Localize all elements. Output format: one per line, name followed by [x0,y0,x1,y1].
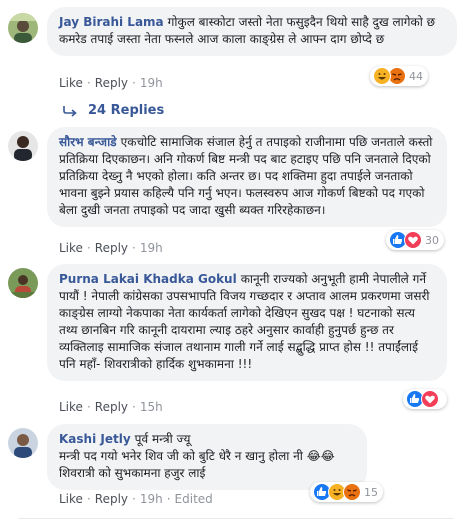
reaction-summary[interactable] [403,389,447,409]
separator: · [166,492,171,506]
like-link[interactable]: Like [59,241,83,255]
separator: · [132,76,136,90]
like-link[interactable]: Like [59,400,83,414]
separator: · [132,241,136,255]
reaction-summary[interactable]: 30 [386,230,444,250]
reply-arrow-icon [63,105,77,117]
view-replies-link[interactable]: 24 Replies [62,103,164,118]
comment-bubble: Kashi Jetly पूर्व मन्त्री ज्यू मन्त्री पद… [47,424,367,490]
reaction-summary[interactable]: 44 [370,66,428,86]
reply-link[interactable]: Reply [95,76,128,90]
timestamp[interactable]: 15h [140,400,163,414]
haha-reaction-icon [373,67,391,85]
separator: · [132,492,136,506]
timestamp[interactable]: 19h [140,76,163,90]
angry-reaction-icon [343,483,361,501]
avatar-photo [8,13,38,43]
reaction-count: 44 [409,69,423,83]
like-link[interactable]: Like [59,492,83,506]
avatar[interactable] [8,131,38,161]
love-reaction-icon [404,231,422,249]
reply-link[interactable]: Reply [95,492,128,506]
avatar-photo [8,131,38,161]
separator: · [86,241,91,255]
reaction-count: 15 [364,485,378,499]
like-link[interactable]: Like [59,76,83,90]
love-reaction-icon [421,390,439,408]
comment-author[interactable]: सौरभ बन्जाडे [59,135,117,149]
comment-actions: Like · Reply · 19h · Edited [59,492,213,506]
replies-count[interactable]: 24 Replies [88,103,164,118]
comment-author[interactable]: Jay Birahi Lama [59,15,164,29]
avatar[interactable] [8,428,38,458]
divider [18,518,454,519]
edited-label[interactable]: Edited [175,492,213,506]
comment-actions: Like · Reply · 19h [59,76,163,90]
timestamp[interactable]: 19h [140,241,163,255]
comment-text: कानूनी राज्यको अनुभूती हामी नेपालीले गर्… [59,272,434,371]
comment-bubble: सौरभ बन्जाडे एकचोटि सामाजिक संजाल हेर्नु … [47,127,447,227]
separator: · [86,492,91,506]
comment-actions: Like · Reply · 15h [59,400,163,414]
separator: · [86,76,91,90]
comment-author[interactable]: Kashi Jetly [59,432,131,446]
avatar-photo [8,268,38,298]
reply-link[interactable]: Reply [95,400,128,414]
timestamp[interactable]: 19h [140,492,163,506]
comment-author[interactable]: Purna Lakai Khadka Gokul [59,272,237,286]
avatar[interactable] [8,13,38,43]
reaction-count: 30 [425,233,439,247]
comment-bubble: Jay Birahi Lama गोकुल बास्कोटा जस्तो नेता… [47,7,457,56]
avatar[interactable] [8,268,38,298]
comment-bubble: Purna Lakai Khadka Gokul कानूनी राज्यको अ… [47,264,447,381]
avatar-photo [8,428,38,458]
comment-actions: Like · Reply · 19h [59,241,163,255]
reaction-summary[interactable]: 15 [310,482,383,502]
separator: · [132,400,136,414]
separator: · [86,400,91,414]
reply-link[interactable]: Reply [95,241,128,255]
